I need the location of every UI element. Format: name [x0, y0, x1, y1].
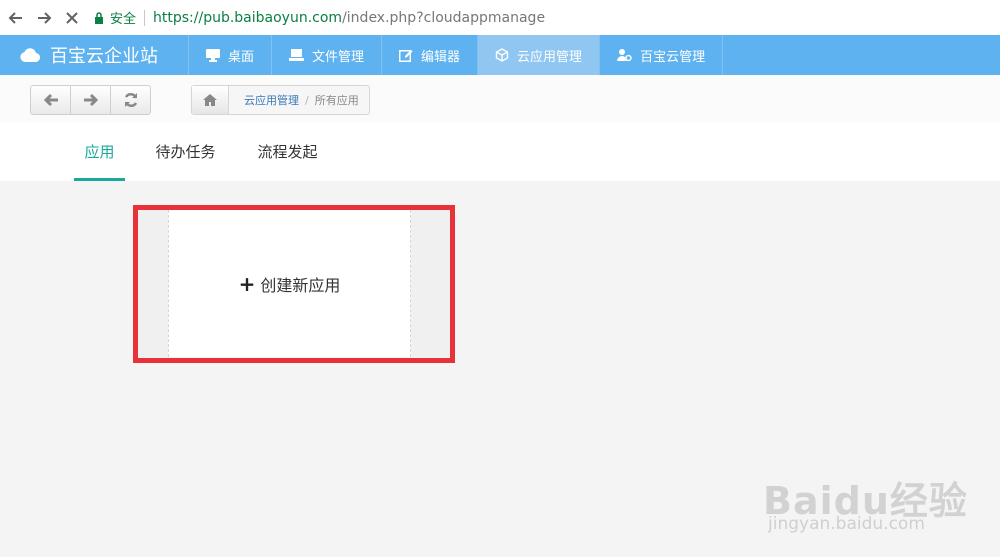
refresh-button[interactable]: [111, 86, 150, 114]
url-host: https://pub.baibaoyun.com: [153, 9, 343, 26]
nav-label: 百宝云管理: [640, 49, 706, 65]
nav-label: 编辑器: [421, 49, 461, 65]
refresh-icon: [124, 92, 137, 108]
plus-icon: +: [238, 271, 256, 296]
laptop-icon: [289, 49, 305, 61]
url-path: /index.php?cloudappmanage: [342, 9, 546, 26]
cube-icon: [495, 48, 509, 62]
brand[interactable]: 百宝云企业站: [0, 35, 189, 75]
arrow-right-icon: [83, 93, 98, 107]
create-app-label: 创建新应用: [260, 275, 341, 295]
nav-editor[interactable]: 编辑器: [382, 35, 479, 75]
breadcrumb-link[interactable]: 云应用管理: [244, 92, 299, 108]
watermark-logo-text: Baidu经验: [763, 479, 968, 523]
monitor-icon: [206, 48, 220, 62]
arrow-left-icon: [43, 93, 58, 107]
app-card-area: + 创建新应用: [138, 210, 451, 357]
baidu-watermark: Baidu经验 jingyan.baidu.com: [763, 450, 993, 540]
nav-baibaoyun-manage[interactable]: 百宝云管理: [600, 35, 724, 75]
home-icon: [203, 94, 217, 106]
secure-label: 安全: [110, 12, 137, 27]
forward-button[interactable]: [71, 86, 111, 114]
create-app-card[interactable]: + 创建新应用: [168, 210, 411, 357]
back-button[interactable]: [31, 86, 71, 114]
breadcrumb-current: 所有应用: [314, 94, 359, 107]
address-bar[interactable]: 安全 https://pub.baibaoyun.com/index.php?c…: [94, 5, 999, 31]
toolbar: 云应用管理 / 所有应用: [0, 75, 1000, 124]
breadcrumb-separator: /: [305, 93, 309, 107]
cloud-icon: [20, 48, 40, 62]
history-button-group: [30, 85, 151, 115]
tab-apps[interactable]: 应用: [74, 123, 125, 181]
stop-x-icon[interactable]: [60, 6, 84, 30]
address-divider: [144, 9, 146, 26]
edit-icon: [399, 50, 413, 62]
app-header: 百宝云企业站 桌面 文件管理 编辑器 云应用管理 百宝云管理: [0, 35, 1000, 75]
forward-arrow-icon[interactable]: [32, 6, 56, 30]
breadcrumb: 云应用管理 / 所有应用: [191, 85, 370, 115]
nav-desktop[interactable]: 桌面: [189, 35, 273, 75]
watermark-url: jingyan.baidu.com: [768, 514, 925, 534]
browser-toolbar: 安全 https://pub.baibaoyun.com/index.php?c…: [0, 0, 1000, 36]
nav-cloud-app-manage[interactable]: 云应用管理: [478, 35, 601, 75]
tabs-bar: 应用 待办任务 流程发起: [0, 123, 1000, 181]
tab-process-start[interactable]: 流程发起: [250, 123, 325, 181]
nav-file-manager[interactable]: 文件管理: [272, 35, 383, 75]
lock-icon: [95, 11, 103, 24]
nav-label: 文件管理: [312, 49, 365, 65]
home-button[interactable]: [192, 86, 229, 114]
back-arrow-icon[interactable]: [4, 6, 28, 30]
nav-label: 云应用管理: [517, 49, 583, 65]
nav-label: 桌面: [228, 49, 255, 65]
brand-title: 百宝云企业站: [50, 46, 158, 67]
user-gear-icon: [617, 49, 632, 62]
tab-todo[interactable]: 待办任务: [148, 123, 223, 181]
